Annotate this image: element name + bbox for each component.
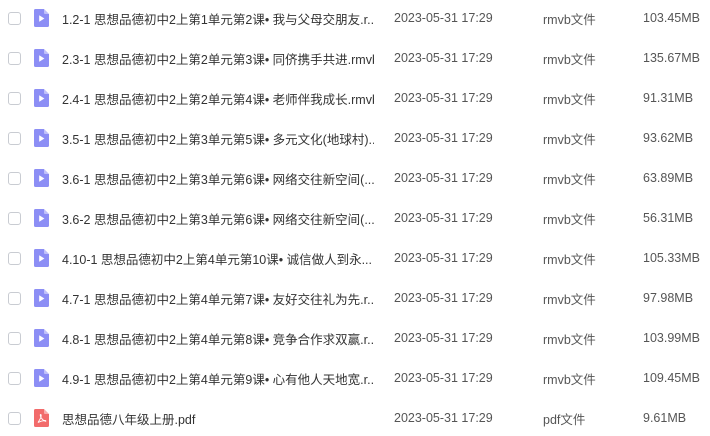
file-name[interactable]: 思想品德八年级上册.pdf [62,409,374,428]
file-row[interactable]: 1.2-1 思想品德初中2上第1单元第2课• 我与父母交朋友.r... 2023-… [0,0,710,38]
file-size: 103.45MB [643,11,700,25]
modified-date: 2023-05-31 17:29 [394,411,493,425]
select-checkbox[interactable] [8,131,21,145]
file-type: rmvb文件 [543,92,596,107]
select-checkbox[interactable] [8,371,21,385]
file-row[interactable]: 4.9-1 思想品德初中2上第4单元第9课• 心有他人天地宽.r... 2023-… [0,358,710,398]
file-row[interactable]: 2.4-1 思想品德初中2上第2单元第4课• 老师伴我成长.rmvb 2023-0… [0,78,710,118]
modified-date: 2023-05-31 17:29 [394,171,493,185]
select-checkbox[interactable] [8,251,21,265]
file-row[interactable]: 4.8-1 思想品德初中2上第4单元第8课• 竞争合作求双赢.r... 2023-… [0,318,710,358]
file-name[interactable]: 3.6-2 思想品德初中2上第3单元第6课• 网络交往新空间(... [62,209,374,228]
video-file-icon [34,169,49,187]
file-type: rmvb文件 [543,332,596,347]
modified-date: 2023-05-31 17:29 [394,51,493,65]
file-type: rmvb文件 [543,292,596,307]
file-name[interactable]: 2.4-1 思想品德初中2上第2单元第4课• 老师伴我成长.rmvb [62,89,374,108]
file-type: rmvb文件 [543,252,596,267]
file-size: 63.89MB [643,171,694,185]
select-checkbox[interactable] [8,51,21,65]
file-name[interactable]: 1.2-1 思想品德初中2上第1单元第2课• 我与父母交朋友.r... [62,9,374,28]
file-name[interactable]: 4.10-1 思想品德初中2上第4单元第10课• 诚信做人到永... [62,249,374,268]
file-name[interactable]: 3.5-1 思想品德初中2上第3单元第5课• 多元文化(地球村)... [62,129,374,148]
video-file-icon [34,9,49,27]
select-checkbox[interactable] [8,291,21,305]
modified-date: 2023-05-31 17:29 [394,11,493,25]
modified-date: 2023-05-31 17:29 [394,131,493,145]
file-type: rmvb文件 [543,132,596,147]
file-row[interactable]: 4.7-1 思想品德初中2上第4单元第7课• 友好交往礼为先.r... 2023-… [0,278,710,318]
file-size: 93.62MB [643,131,694,145]
file-name[interactable]: 4.9-1 思想品德初中2上第4单元第9课• 心有他人天地宽.r... [62,369,374,388]
select-checkbox[interactable] [8,91,21,105]
video-file-icon [34,369,49,387]
file-row[interactable]: 3.6-2 思想品德初中2上第3单元第6课• 网络交往新空间(... 2023-0… [0,198,710,238]
file-size: 105.33MB [643,251,700,265]
file-row[interactable]: 思想品德八年级上册.pdf 2023-05-31 17:29 pdf文件 9.61MB [0,398,710,436]
file-size: 56.31MB [643,211,694,225]
file-row[interactable]: 4.10-1 思想品德初中2上第4单元第10课• 诚信做人到永... 2023-0… [0,238,710,278]
modified-date: 2023-05-31 17:29 [394,251,493,265]
select-checkbox[interactable] [8,211,21,225]
file-size: 109.45MB [643,371,700,385]
file-size: 103.99MB [643,331,700,345]
select-checkbox[interactable] [8,11,21,25]
file-size: 135.67MB [643,51,700,65]
select-checkbox[interactable] [8,411,21,425]
modified-date: 2023-05-31 17:29 [394,91,493,105]
modified-date: 2023-05-31 17:29 [394,371,493,385]
video-file-icon [34,329,49,347]
file-type: rmvb文件 [543,212,596,227]
file-row[interactable]: 2.3-1 思想品德初中2上第2单元第3课• 同侪携手共进.rmvb 2023-0… [0,38,710,78]
select-checkbox[interactable] [8,171,21,185]
file-size: 97.98MB [643,291,694,305]
file-row[interactable]: 3.5-1 思想品德初中2上第3单元第5课• 多元文化(地球村)... 2023-… [0,118,710,158]
modified-date: 2023-05-31 17:29 [394,211,493,225]
modified-date: 2023-05-31 17:29 [394,331,493,345]
file-name[interactable]: 3.6-1 思想品德初中2上第3单元第6课• 网络交往新空间(... [62,169,374,188]
modified-date: 2023-05-31 17:29 [394,291,493,305]
file-type: rmvb文件 [543,372,596,387]
file-type: rmvb文件 [543,12,596,27]
file-name[interactable]: 4.7-1 思想品德初中2上第4单元第7课• 友好交往礼为先.r... [62,289,374,308]
video-file-icon [34,209,49,227]
pdf-file-icon [34,409,49,427]
file-size: 91.31MB [643,91,694,105]
file-name[interactable]: 2.3-1 思想品德初中2上第2单元第3课• 同侪携手共进.rmvb [62,49,374,68]
video-file-icon [34,249,49,267]
video-file-icon [34,129,49,147]
select-checkbox[interactable] [8,331,21,345]
video-file-icon [34,289,49,307]
file-size: 9.61MB [643,411,687,425]
file-name[interactable]: 4.8-1 思想品德初中2上第4单元第8课• 竞争合作求双赢.r... [62,329,374,348]
file-row[interactable]: 3.6-1 思想品德初中2上第3单元第6课• 网络交往新空间(... 2023-0… [0,158,710,198]
video-file-icon [34,49,49,67]
file-list: 1.2-1 思想品德初中2上第1单元第2课• 我与父母交朋友.r... 2023-… [0,0,710,436]
file-type: rmvb文件 [543,52,596,67]
video-file-icon [34,89,49,107]
file-type: rmvb文件 [543,172,596,187]
file-type: pdf文件 [543,412,586,427]
